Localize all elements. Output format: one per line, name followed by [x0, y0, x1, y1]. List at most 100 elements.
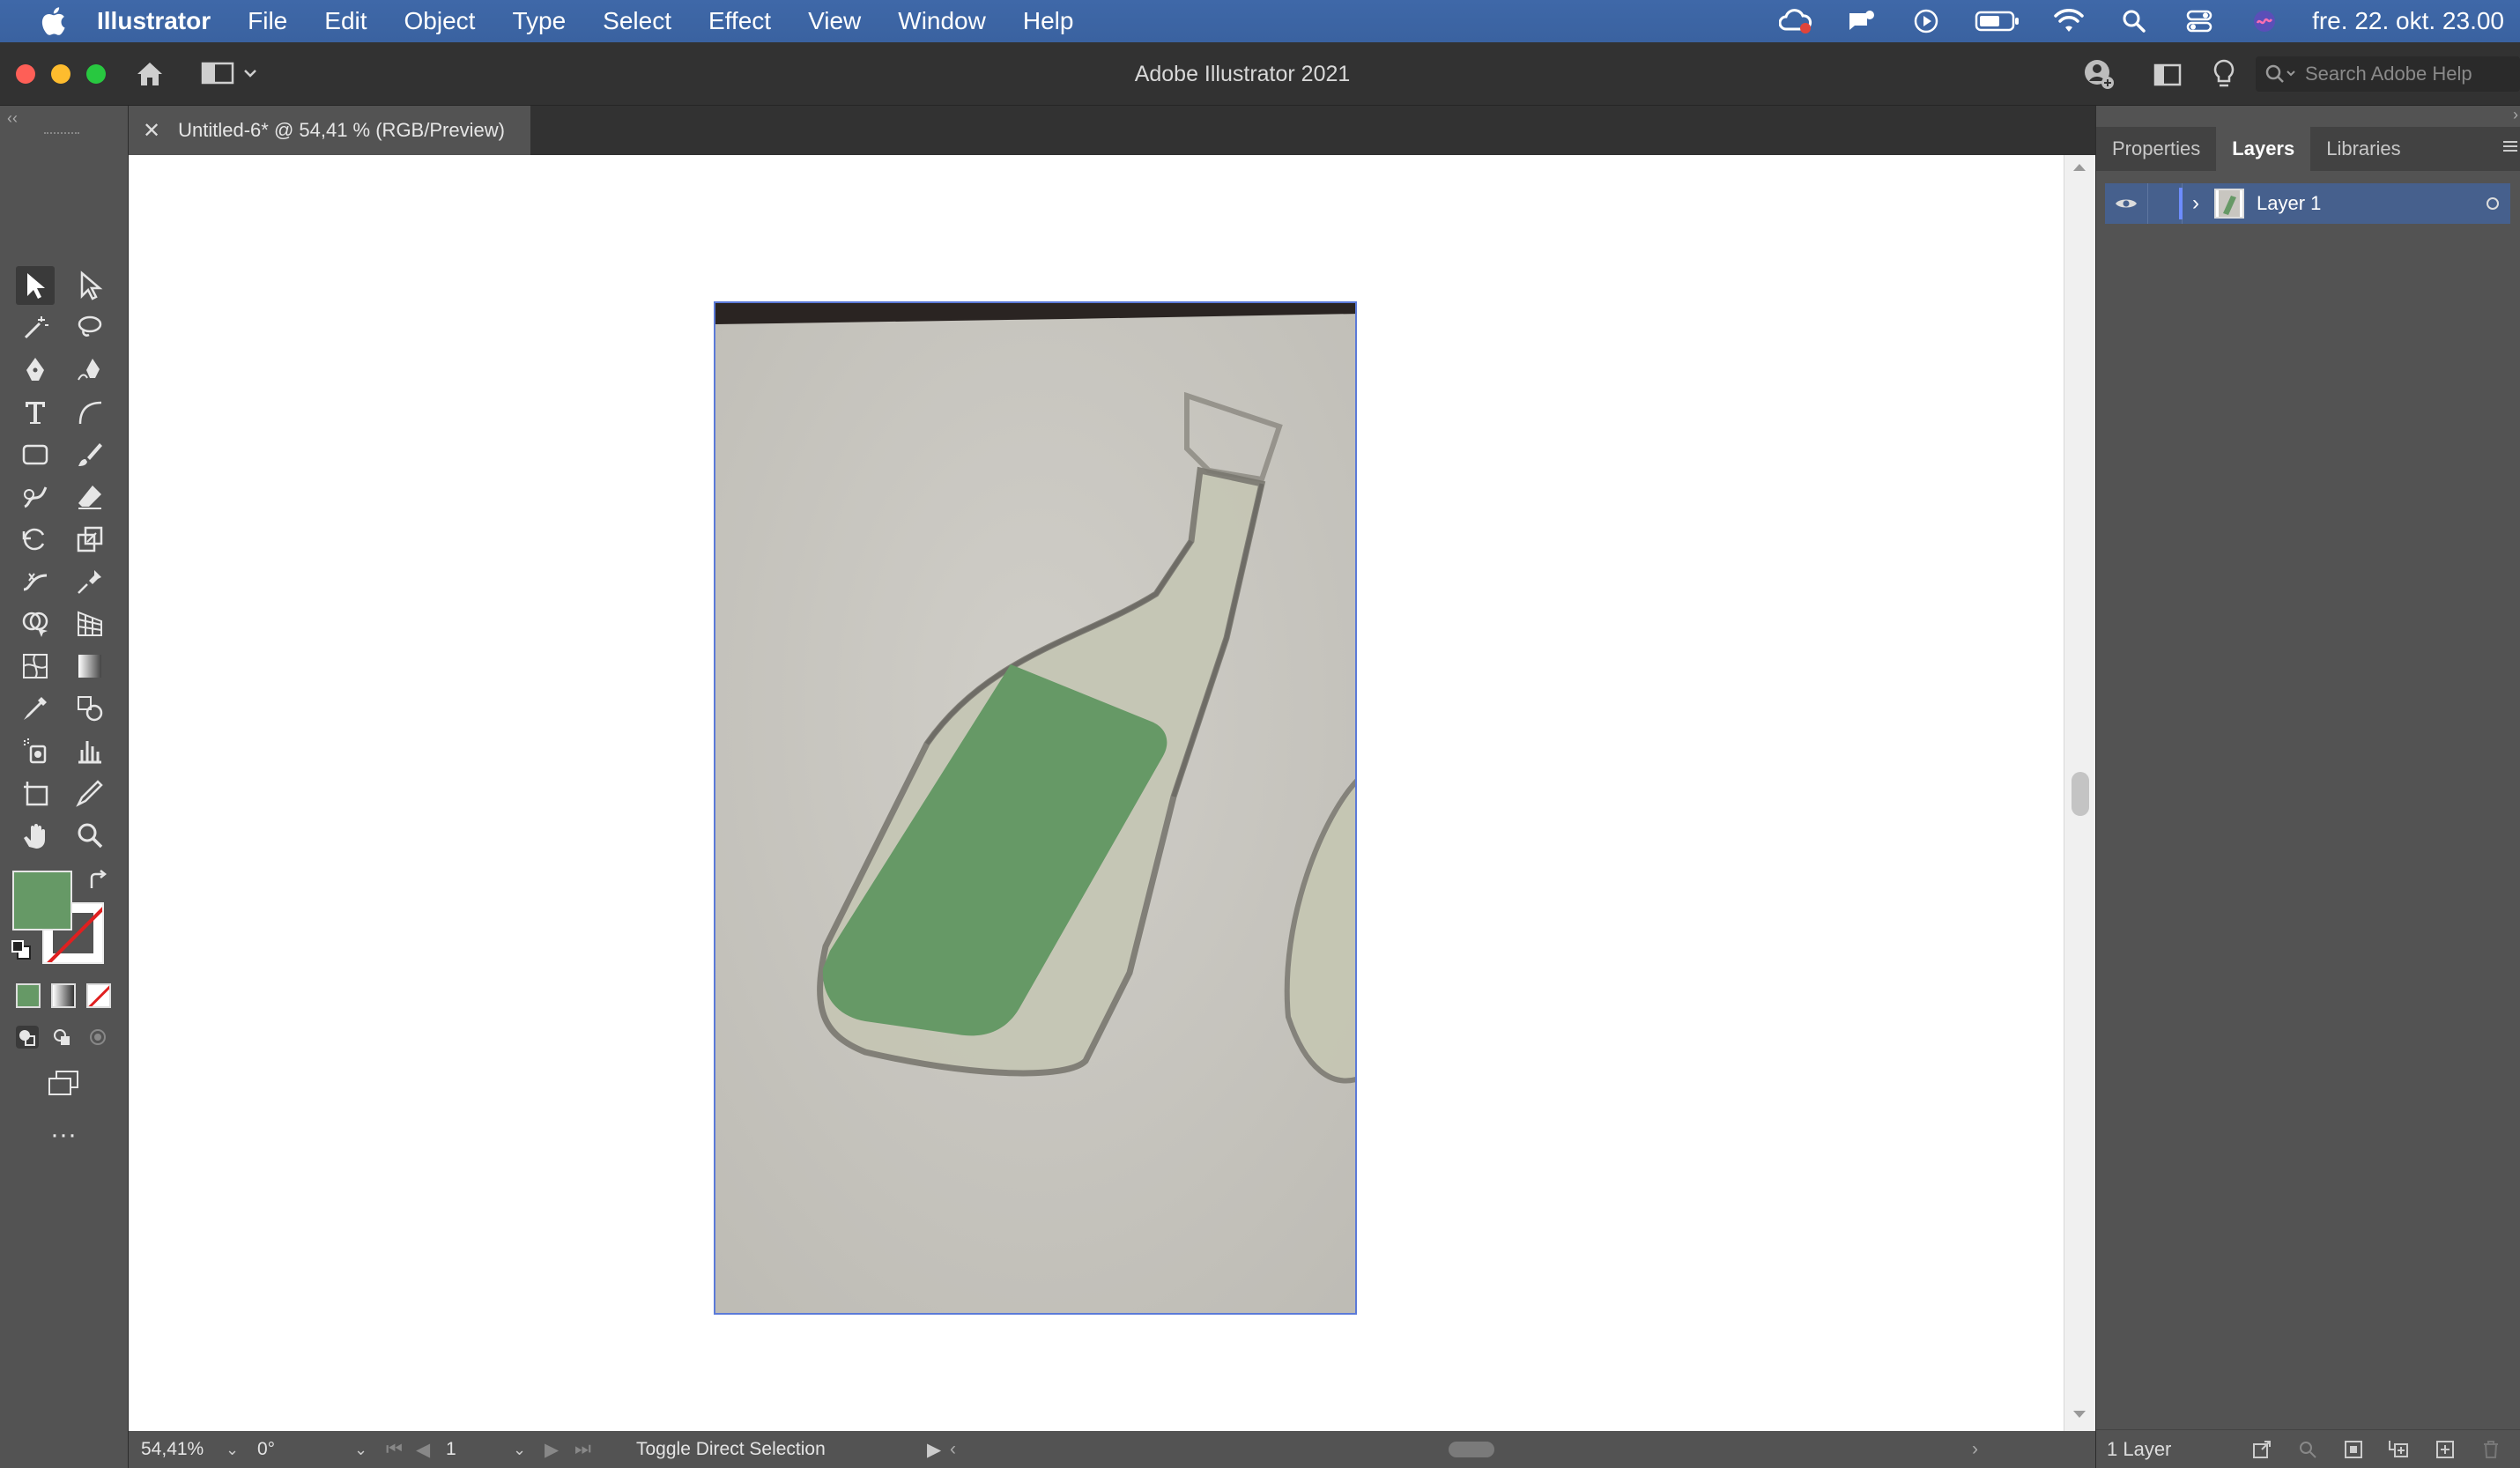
menu-file[interactable]: File — [248, 7, 287, 35]
symbol-sprayer-tool-icon[interactable] — [16, 731, 55, 770]
hand-tool-icon[interactable] — [16, 816, 55, 855]
rotation-field[interactable]: 0° — [257, 1439, 354, 1460]
shape-builder-tool-icon[interactable] — [16, 604, 55, 643]
change-screen-mode-icon[interactable] — [46, 1070, 81, 1096]
close-tab-icon[interactable]: ✕ — [143, 118, 160, 144]
layer-name[interactable]: Layer 1 — [2257, 192, 2475, 215]
draw-normal-icon[interactable] — [14, 1024, 41, 1050]
curvature-pen-tool-icon[interactable] — [70, 351, 109, 389]
menu-type[interactable]: Type — [512, 7, 566, 35]
artboard-number-field[interactable]: 1 — [446, 1439, 513, 1460]
layer-target-icon[interactable] — [2475, 196, 2510, 211]
status-menu-icon[interactable]: ▶ — [927, 1439, 950, 1461]
gradient-mode-icon[interactable] — [51, 983, 76, 1008]
siri-icon[interactable] — [2247, 4, 2282, 39]
create-sublayer-icon[interactable] — [2376, 1439, 2422, 1460]
paintbrush-tool-icon[interactable] — [70, 435, 109, 474]
gradient-tool-icon[interactable] — [70, 647, 109, 686]
search-adobe-help-input[interactable]: Search Adobe Help — [2256, 56, 2520, 92]
arc-tool-icon[interactable] — [70, 393, 109, 432]
notification-icon[interactable] — [1843, 4, 1879, 39]
wifi-icon[interactable] — [2051, 4, 2086, 39]
slice-tool-icon[interactable] — [70, 774, 109, 812]
lasso-tool-icon[interactable] — [70, 308, 109, 347]
next-artboard-icon[interactable]: ▶ — [545, 1439, 574, 1461]
vertical-scrollbar[interactable] — [2064, 155, 2095, 1431]
lock-toggle[interactable] — [2147, 183, 2183, 224]
scroll-thumb[interactable] — [2072, 772, 2089, 816]
delete-layer-icon[interactable] — [2468, 1439, 2514, 1460]
toolbar-grip[interactable] — [44, 132, 79, 137]
pen-tool-icon[interactable] — [16, 351, 55, 389]
apple-menu-icon[interactable] — [35, 4, 70, 39]
rectangle-tool-icon[interactable] — [16, 435, 55, 474]
expand-layer-chevron-icon[interactable]: › — [2183, 191, 2209, 216]
placed-sketch-image[interactable] — [715, 303, 1357, 1315]
create-new-layer-icon[interactable] — [2422, 1439, 2468, 1460]
previous-artboard-icon[interactable]: ◀ — [416, 1439, 446, 1461]
rotate-tool-icon[interactable] — [16, 520, 55, 559]
arrange-documents-icon[interactable] — [2150, 56, 2185, 92]
scroll-right-icon[interactable]: › — [1972, 1439, 1978, 1460]
creative-cloud-icon[interactable] — [1778, 4, 1813, 39]
menu-window[interactable]: Window — [898, 7, 986, 35]
share-icon[interactable] — [2081, 56, 2116, 92]
menu-help[interactable]: Help — [1023, 7, 1074, 35]
selection-tool-icon[interactable] — [16, 266, 55, 305]
panel-collapse-icon[interactable]: › — [2513, 106, 2518, 124]
perspective-grid-tool-icon[interactable] — [70, 604, 109, 643]
eraser-tool-icon[interactable] — [70, 478, 109, 516]
color-mode-icon[interactable] — [16, 983, 41, 1008]
export-icon[interactable] — [2239, 1439, 2285, 1460]
draw-behind-icon[interactable] — [49, 1024, 76, 1050]
zoom-dropdown-icon[interactable]: ⌄ — [226, 1441, 257, 1459]
battery-icon[interactable] — [1974, 4, 2021, 39]
eyedropper-tool-icon[interactable] — [16, 689, 55, 728]
swap-fill-stroke-icon[interactable] — [86, 869, 111, 893]
default-fill-stroke-icon[interactable] — [11, 939, 32, 960]
column-graph-tool-icon[interactable] — [70, 731, 109, 770]
collapse-panel-icon[interactable]: ‹‹ — [7, 109, 18, 128]
panel-menu-icon[interactable] — [2501, 137, 2519, 155]
fill-color-swatch-front[interactable] — [12, 871, 72, 930]
make-clipping-mask-icon[interactable] — [2331, 1439, 2376, 1460]
scroll-left-icon[interactable]: ‹ — [950, 1439, 967, 1460]
last-artboard-icon[interactable]: ⏭ — [574, 1439, 636, 1460]
scale-tool-icon[interactable] — [70, 520, 109, 559]
menu-object[interactable]: Object — [404, 7, 476, 35]
blend-tool-icon[interactable] — [70, 689, 109, 728]
scroll-up-icon[interactable] — [2073, 164, 2086, 171]
type-tool-icon[interactable] — [16, 393, 55, 432]
clock[interactable]: fre. 22. okt. 23.00 — [2312, 7, 2504, 35]
document-tab[interactable]: ✕ Untitled-6* @ 54,41 % (RGB/Preview) — [129, 106, 530, 155]
artboard[interactable] — [714, 301, 1357, 1315]
width-tool-icon[interactable] — [16, 562, 55, 601]
locate-object-icon[interactable] — [2285, 1439, 2331, 1460]
magic-wand-tool-icon[interactable] — [16, 308, 55, 347]
tab-layers[interactable]: Layers — [2216, 127, 2311, 171]
layer-row[interactable]: › Layer 1 — [2105, 183, 2510, 224]
lightbulb-icon[interactable] — [2206, 56, 2242, 92]
zoom-tool-icon[interactable] — [70, 816, 109, 855]
menu-edit[interactable]: Edit — [324, 7, 367, 35]
rotation-dropdown-icon[interactable]: ⌄ — [354, 1441, 386, 1459]
menu-select[interactable]: Select — [603, 7, 671, 35]
tab-libraries[interactable]: Libraries — [2310, 127, 2416, 171]
shaper-tool-icon[interactable] — [16, 478, 55, 516]
control-center-icon[interactable] — [2182, 4, 2217, 39]
none-mode-icon[interactable] — [86, 983, 111, 1008]
direct-selection-tool-icon[interactable] — [70, 266, 109, 305]
play-icon[interactable] — [1909, 4, 1944, 39]
scroll-down-icon[interactable] — [2073, 1411, 2086, 1418]
horizontal-scroll-thumb[interactable] — [1449, 1442, 1494, 1457]
menu-app-illustrator[interactable]: Illustrator — [97, 7, 211, 35]
horizontal-scrollbar[interactable] — [967, 1431, 1972, 1468]
menu-effect[interactable]: Effect — [708, 7, 771, 35]
draw-inside-icon[interactable] — [85, 1024, 111, 1050]
artboard-tool-icon[interactable] — [16, 774, 55, 812]
mesh-tool-icon[interactable] — [16, 647, 55, 686]
artboard-dropdown-icon[interactable]: ⌄ — [513, 1441, 545, 1459]
zoom-level-field[interactable]: 54,41% — [141, 1439, 226, 1460]
first-artboard-icon[interactable]: ⏮ — [386, 1439, 416, 1460]
spotlight-search-icon[interactable] — [2116, 4, 2152, 39]
